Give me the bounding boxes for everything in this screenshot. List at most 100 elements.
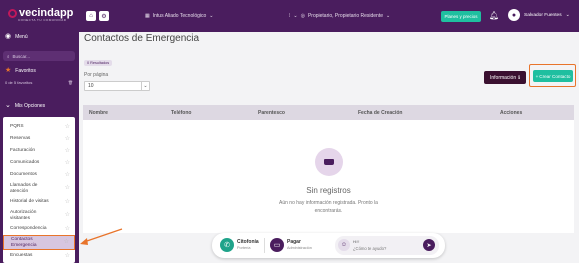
sidebar-item-facturacion[interactable]: Facturación ☆ [3,145,75,157]
star-outline-icon[interactable]: ☆ [65,185,70,192]
favorites-header[interactable]: ★ Favoritos [5,67,36,74]
divider [264,238,265,253]
sidebar-item-label: Encuestas [10,253,33,259]
sidebar-item-encuestas[interactable]: Encuestas ☆ [3,250,75,262]
user-name: Salvador Fuentes [524,12,562,18]
user-menu[interactable]: ● Salvador Fuentes ⌄ [508,9,570,21]
pay-button[interactable]: ▭ Pagar Administración [270,238,312,252]
create-button-label: Crear Contacto [539,73,571,79]
unit-icon: ⁞ [289,13,291,19]
star-outline-icon[interactable]: ☆ [65,136,70,143]
plans-button[interactable]: Planes y precios [441,11,481,22]
my-options-label: Mis Opciones [14,102,46,109]
contacts-table: Nombre Teléfono Parentesco Fecha de Crea… [83,105,574,233]
top-bar: ⌂ ⚙ ▦ Intus Aliado Tecnológico ⌄ ⁞ ⌄ ◎ P… [79,0,579,32]
sidebar-item-contactos-emergencia[interactable]: Contactos Emergencia ☆ [3,235,75,250]
send-icon[interactable]: ➤ [423,239,435,251]
my-options-header[interactable]: ⌄ Mis Opciones [5,102,45,109]
sidebar-item-label: Autorización visitantes [10,210,37,221]
assistant-greeting: Hi !! [353,240,360,244]
citofonia-button[interactable]: ✆ Citofonía Portería [220,238,259,252]
sidebar-item-correspondencia[interactable]: Correspondencia ☆ [3,223,75,235]
role-text: Propietario, Propietario Residente [307,13,384,19]
role-selector[interactable]: ⁞ ⌄ ◎ Propietario, Propietario Residente… [289,13,390,19]
chevron-down-icon: ⌄ [386,13,391,19]
per-page-value: 10 [88,83,94,89]
logo-mark-icon [8,8,17,18]
sidebar-item-label: Documentos [10,172,37,178]
star-icon: ★ [5,67,12,74]
sidebar-search-input[interactable]: ⌕ Buscar... [3,51,75,61]
settings-button[interactable]: ⚙ [99,11,109,21]
home-icon: ⌂ [89,13,93,19]
trash-icon[interactable]: 🗑 [68,80,73,85]
create-contact-button[interactable]: + Crear Contacto [533,70,573,82]
sidebar: vecindapp CONECTA TU COMUNIDAD ◉ Menú ⌕ … [0,0,79,263]
sidebar-item-autorizacion[interactable]: Autorización visitantes ☆ [3,208,75,223]
plus-icon: + [535,73,539,79]
star-outline-icon[interactable]: ☆ [65,253,70,260]
column-header: Nombre [89,110,108,116]
pay-label: Pagar [287,239,301,246]
chevron-down-icon: ⌄ [141,82,149,90]
sidebar-item-label: Reservas [10,136,31,142]
pay-sub: Administración [287,245,312,250]
wallet-icon: ▭ [270,238,284,252]
column-header: Teléfono [171,110,192,116]
sidebar-item-historial[interactable]: Historial de visitas ☆ [3,196,75,208]
table-header: Nombre Teléfono Parentesco Fecha de Crea… [83,105,574,120]
property-selector[interactable]: ▦ Intus Aliado Tecnológico ⌄ [145,13,214,19]
star-outline-icon[interactable]: ☆ [65,172,70,179]
empty-desc-line: encontrarás. [314,207,343,214]
empty-state-title: Sin registros [306,186,351,195]
citofonia-sub: Portería [237,245,251,250]
assistant-widget[interactable]: ☺ Hi !! ¿Cómo te ayudo? ➤ [335,236,439,255]
page-title: Contactos de Emergencia [84,33,200,44]
home-button[interactable]: ⌂ [86,11,96,21]
star-outline-icon[interactable]: ☆ [65,212,70,219]
star-outline-icon[interactable]: ☆ [65,226,70,233]
column-header: Parentesco [258,110,285,116]
search-placeholder: Buscar... [12,53,31,59]
sidebar-item-label: Contactos Emergencia [11,237,37,248]
favorites-label: Favoritos [15,67,36,74]
star-outline-icon[interactable]: ☆ [65,124,70,131]
per-page-label: Por página [84,72,109,78]
sidebar-item-reservas[interactable]: Reservas ☆ [3,133,75,145]
brand-tagline: CONECTA TU COMUNIDAD [18,18,67,22]
sidebar-item-pqrs[interactable]: PQRS ☆ [3,121,75,133]
menu-toggle[interactable]: ◉ Menú [5,33,28,40]
chevron-down-icon: ⌄ [293,13,298,19]
menu-icon: ◉ [5,33,12,40]
gear-icon: ⚙ [101,13,107,20]
property-name: Intus Aliado Tecnológico [152,13,207,19]
options-menu: PQRS ☆ Reservas ☆ Facturación ☆ Comunicados… [3,117,75,263]
empty-state-description: Aún no hay información registrada. Pront… [83,200,574,216]
info-button[interactable]: Información ℹ [484,71,526,84]
phone-icon: ✆ [220,238,234,252]
star-outline-icon[interactable]: ☆ [65,160,70,167]
sidebar-item-label: Correspondencia [10,226,47,232]
star-outline-icon[interactable]: ☆ [64,239,69,246]
chevron-down-icon: ⌄ [209,13,214,19]
sidebar-item-label: Facturación [10,148,36,154]
citofonia-label: Citofonía [237,239,259,246]
menu-label: Menú [15,33,28,40]
favorites-count: 0 de 5 favoritos 🗑 [5,80,73,85]
sidebar-item-comunicados[interactable]: Comunicados ☆ [3,157,75,169]
sidebar-item-label: PQRS [10,124,24,130]
empty-desc-line: Aún no hay información registrada. Pront… [279,200,378,206]
sidebar-item-llamados[interactable]: Llamados de atención ☆ [3,181,75,196]
sidebar-item-documentos[interactable]: Documentos ☆ [3,169,75,181]
bell-icon[interactable]: 🔔︎ [489,11,499,20]
star-outline-icon[interactable]: ☆ [65,199,70,206]
info-icon: ℹ [518,74,521,81]
star-outline-icon[interactable]: ☆ [65,148,70,155]
avatar: ● [508,9,520,21]
column-header: Acciones [500,110,523,116]
column-header: Fecha de Creación [358,110,403,116]
assistant-prompt[interactable]: ¿Cómo te ayudo? [353,246,386,251]
per-page-select[interactable]: 10 ⌄ [84,81,150,91]
building-icon: ▦ [145,13,150,19]
annotation-arrow-icon [80,228,123,245]
